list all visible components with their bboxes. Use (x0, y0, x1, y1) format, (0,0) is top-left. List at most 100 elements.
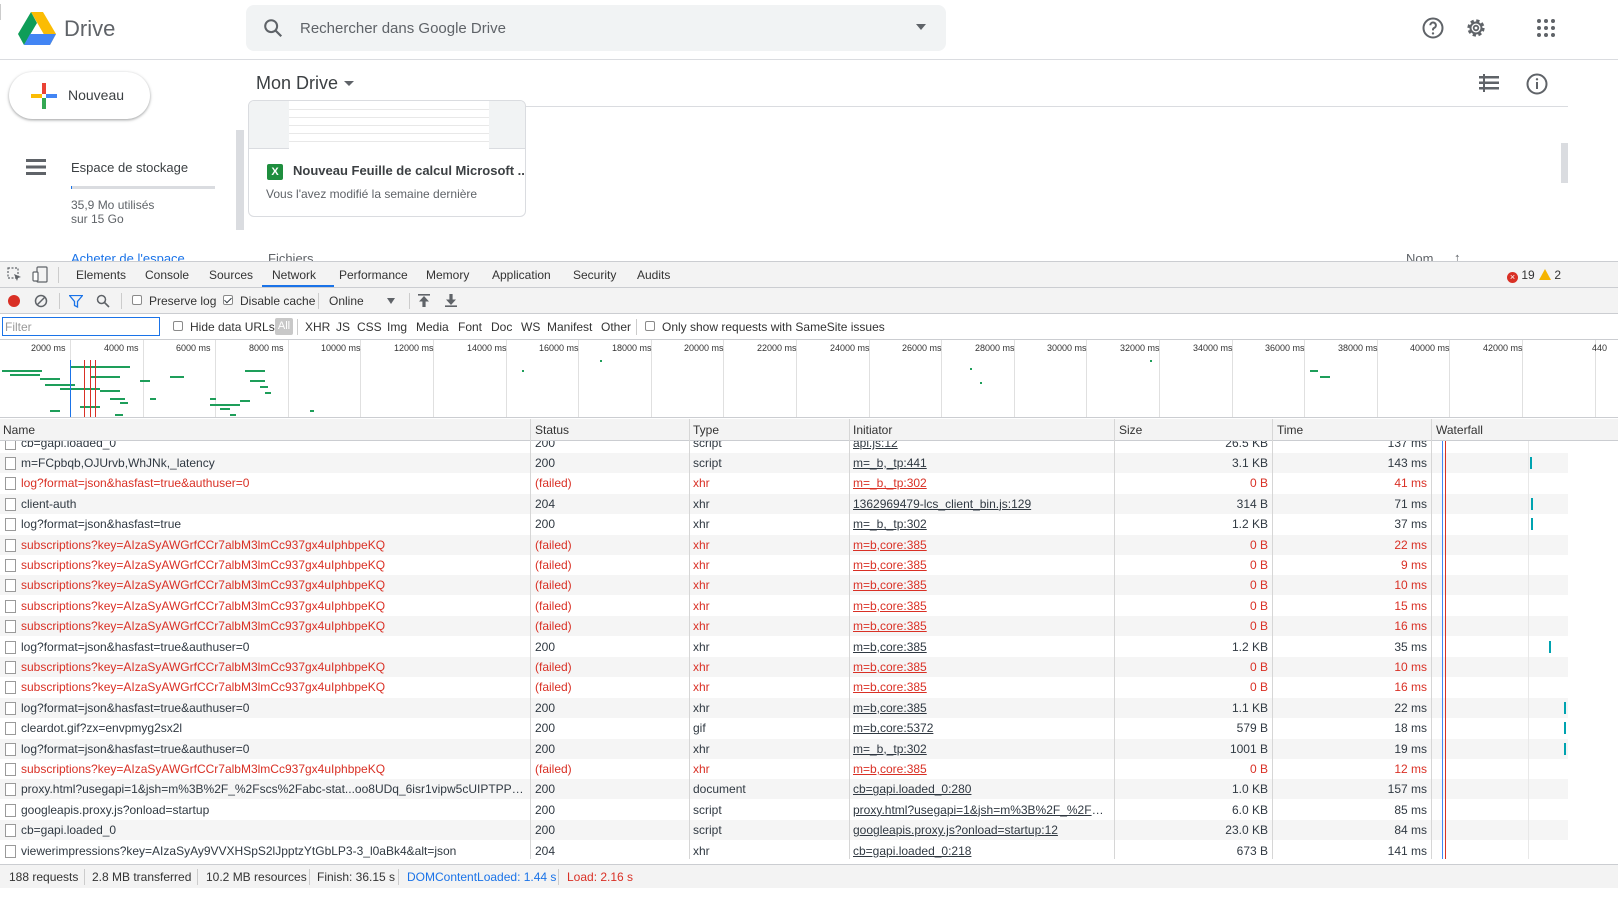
type-filter-ws[interactable]: WS (521, 320, 540, 334)
tab-security[interactable]: Security (573, 268, 616, 282)
type-filter-other[interactable]: Other (601, 320, 631, 334)
settings-gear-icon[interactable] (1464, 16, 1488, 40)
table-row[interactable]: proxy.html?usegapi=1&jsh=m%3B%2F_%2Fscs%… (0, 779, 1568, 800)
list-view-icon[interactable] (1479, 74, 1499, 92)
request-initiator[interactable]: m=b,core:385 (853, 677, 1108, 697)
tab-application[interactable]: Application (492, 268, 551, 282)
request-initiator[interactable]: cb=gapi.loaded_0:280 (853, 779, 1108, 799)
type-filter-font[interactable]: Font (458, 320, 482, 334)
export-har-icon[interactable] (445, 294, 457, 307)
tab-audits[interactable]: Audits (637, 268, 670, 282)
request-initiator[interactable]: m=_b,_tp:441 (853, 453, 1108, 473)
table-row[interactable]: subscriptions?key=AIzaSyAWGrfCCr7albM3lm… (0, 596, 1568, 616)
request-initiator[interactable]: m=_b,_tp:302 (853, 514, 1108, 534)
table-row[interactable]: viewerimpressions?key=AIzaSyAy9VVXHSpS2l… (0, 841, 1568, 859)
file-card[interactable]: X Nouveau Feuille de calcul Microsoft ..… (248, 100, 526, 217)
help-icon[interactable] (1421, 16, 1445, 40)
table-row[interactable]: cb=gapi.loaded_0 200 script googleapis.prox… (0, 820, 1568, 841)
request-initiator[interactable]: m=b,core:385 (853, 555, 1108, 575)
tab-memory[interactable]: Memory (426, 268, 469, 282)
info-icon[interactable] (1525, 72, 1549, 96)
table-row[interactable]: subscriptions?key=AIzaSyAWGrfCCr7albM3lm… (0, 616, 1568, 637)
drive-logo-text[interactable]: Drive (64, 16, 115, 42)
column-waterfall[interactable]: Waterfall (1436, 423, 1483, 437)
filter-icon[interactable] (69, 295, 83, 308)
filter-input[interactable] (2, 317, 160, 336)
file-name[interactable]: Nouveau Feuille de calcul Microsoft ... (293, 163, 525, 178)
search-bar[interactable] (246, 5, 946, 51)
device-toolbar-icon[interactable] (32, 266, 48, 283)
network-overview[interactable]: 2000 ms 4000 ms 6000 ms 8000 ms 10000 ms 1200… (0, 340, 1618, 418)
request-initiator[interactable]: 1362969479-lcs_client_bin.js:129 (853, 494, 1108, 514)
request-initiator[interactable]: m=b,core:385 (853, 596, 1108, 616)
page-title[interactable]: Mon Drive (256, 73, 338, 94)
tab-sources[interactable]: Sources (209, 268, 253, 282)
tab-performance[interactable]: Performance (339, 268, 408, 282)
apps-grid-icon[interactable] (1534, 16, 1558, 40)
type-filter-js[interactable]: JS (336, 320, 350, 334)
request-initiator[interactable]: googleapis.proxy.js?onload=startup:12 (853, 820, 1108, 840)
request-initiator[interactable]: m=b,core:385 (853, 759, 1108, 779)
tab-elements[interactable]: Elements (76, 268, 126, 282)
table-row[interactable]: log?format=json&hasfast=true 200 xhr m=_b,_… (0, 514, 1568, 534)
tab-network[interactable]: Network (272, 268, 316, 282)
request-initiator[interactable]: api.js:12 (853, 441, 1108, 453)
request-initiator[interactable]: m=_b,_tp:302 (853, 473, 1108, 493)
error-count[interactable]: × 19 (1507, 268, 1535, 283)
new-button[interactable]: Nouveau (9, 72, 150, 119)
request-initiator[interactable]: m=b,core:385 (853, 698, 1108, 718)
column-time[interactable]: Time (1277, 423, 1303, 437)
record-button[interactable] (8, 295, 20, 307)
request-initiator[interactable]: m=b,core:5372 (853, 718, 1108, 738)
column-name[interactable]: Name (3, 423, 35, 437)
type-filter-all[interactable]: All (275, 318, 293, 335)
type-filter-img[interactable]: Img (387, 320, 407, 334)
table-row[interactable]: subscriptions?key=AIzaSyAWGrfCCr7albM3lm… (0, 534, 1568, 555)
table-row[interactable]: log?format=json&hasfast=true&authuser=0 2… (0, 738, 1568, 759)
search-icon[interactable] (262, 17, 284, 39)
type-filter-media[interactable]: Media (416, 320, 449, 334)
request-initiator[interactable]: cb=gapi.loaded_0:218 (853, 841, 1108, 859)
clear-icon[interactable] (34, 294, 48, 308)
throttling-select[interactable]: Online (329, 294, 364, 308)
main-scrollbar[interactable] (1561, 143, 1568, 183)
table-row[interactable]: cb=gapi.loaded_0 200 script api.js:12 26… (0, 441, 1568, 453)
column-status[interactable]: Status (535, 423, 569, 437)
table-row[interactable]: subscriptions?key=AIzaSyAWGrfCCr7albM3lm… (0, 575, 1568, 596)
type-filter-xhr[interactable]: XHR (305, 320, 330, 334)
request-initiator[interactable]: m=b,core:385 (853, 535, 1108, 555)
table-row[interactable]: googleapis.proxy.js?onload=startup 200 scr… (0, 800, 1568, 820)
request-initiator[interactable]: m=b,core:385 (853, 657, 1108, 677)
storage-label[interactable]: Espace de stockage (71, 160, 188, 175)
preserve-log-checkbox[interactable] (132, 295, 142, 305)
request-initiator[interactable]: proxy.html?usegapi=1&jsh=m%3B%2F_%2Fscs.… (853, 800, 1108, 820)
sidebar-scrollbar[interactable] (236, 130, 244, 230)
table-row[interactable]: subscriptions?key=AIzaSyAWGrfCCr7albM3lm… (0, 657, 1568, 677)
warning-count[interactable]: 2 (1539, 268, 1561, 282)
type-filter-doc[interactable]: Doc (491, 320, 512, 334)
request-initiator[interactable]: m=b,core:385 (853, 637, 1108, 657)
table-row[interactable]: log?format=json&hasfast=true&authuser=0 2… (0, 637, 1568, 657)
table-row[interactable]: subscriptions?key=AIzaSyAWGrfCCr7albM3lm… (0, 555, 1568, 575)
request-initiator[interactable]: m=_b,_tp:302 (853, 739, 1108, 759)
table-row[interactable]: cleardot.gif?zx=envpmyg2sx2l 200 gif m=b,co… (0, 718, 1568, 738)
table-row[interactable]: log?format=json&hasfast=true&authuser=0 (… (0, 473, 1568, 493)
page-title-dropdown-icon[interactable] (344, 81, 354, 86)
import-har-icon[interactable] (418, 294, 430, 307)
hide-data-urls-checkbox[interactable] (173, 321, 183, 331)
type-filter-manifest[interactable]: Manifest (547, 320, 592, 334)
column-initiator[interactable]: Initiator (853, 423, 892, 437)
request-initiator[interactable]: m=b,core:385 (853, 616, 1108, 636)
inspect-element-icon[interactable] (7, 267, 22, 282)
search-icon[interactable] (96, 294, 110, 308)
throttling-dropdown-icon[interactable] (387, 298, 395, 304)
table-row[interactable]: client-auth 204 xhr 1362969479-lcs_client_b… (0, 493, 1568, 514)
table-row[interactable]: subscriptions?key=AIzaSyAWGrfCCr7albM3lm… (0, 677, 1568, 697)
tab-console[interactable]: Console (145, 268, 189, 282)
column-size[interactable]: Size (1119, 423, 1142, 437)
disable-cache-checkbox[interactable] (223, 295, 233, 305)
search-input[interactable] (300, 13, 880, 43)
samesite-checkbox[interactable] (645, 321, 655, 331)
table-row[interactable]: log?format=json&hasfast=true&authuser=0 2… (0, 697, 1568, 718)
table-row[interactable]: m=FCpbqb,OJUrvb,WhJNk,_latency 200 script m… (0, 453, 1568, 473)
